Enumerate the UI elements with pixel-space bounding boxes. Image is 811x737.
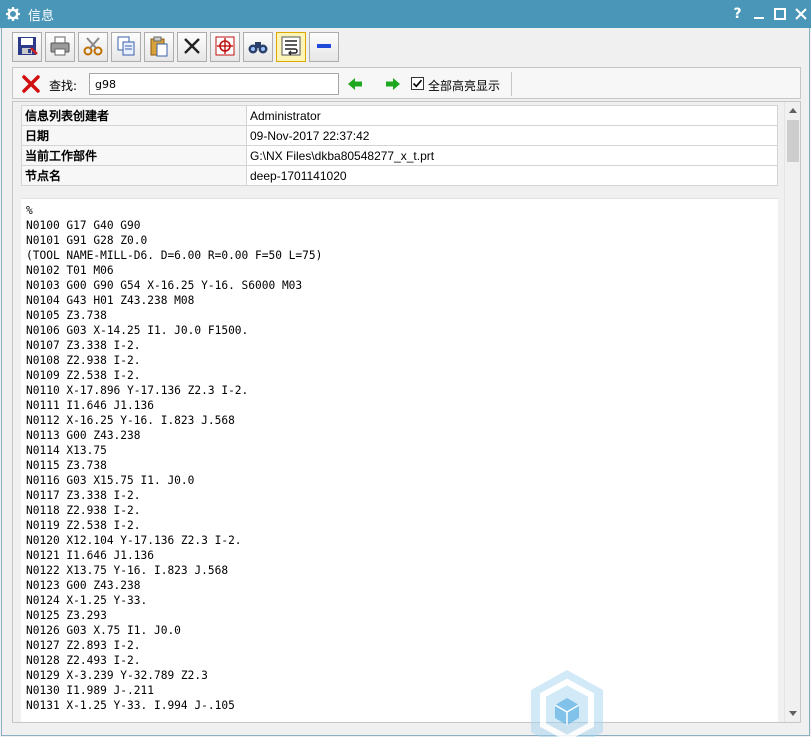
window-body: 查找: 全部高亮显示 信息列表创建者Administrator日期09-Nov-… <box>1 28 810 737</box>
info-content: 信息列表创建者 Administrator 日期 09-Nov-2017 22:37:… <box>12 101 801 723</box>
scroll-up-icon[interactable] <box>785 102 800 118</box>
code-line: % <box>26 204 33 217</box>
print-icon <box>49 35 71 60</box>
code-line: N0106 G03 X-14.25 I1. J0.0 F1500. <box>26 324 249 337</box>
target-icon <box>214 35 236 60</box>
code-line: N0121 I1.646 J1.136 <box>26 549 154 562</box>
minimize-button[interactable] <box>748 0 769 28</box>
meta-value: G:\NX Files\dkba80548277_x_t.prt <box>246 145 778 166</box>
watermark-logo-icon <box>529 668 605 737</box>
highlight-all-checkbox[interactable] <box>411 77 424 90</box>
paste-icon <box>148 35 170 60</box>
code-line: N0122 X13.75 Y-16. I.823 J.568 <box>26 564 229 577</box>
meta-row: 信息列表创建者 Administrator <box>21 105 778 126</box>
paste-button[interactable] <box>144 32 174 62</box>
scroll-down-icon[interactable] <box>785 706 800 722</box>
binoculars-icon <box>247 35 269 60</box>
meta-key: 信息列表创建者 <box>21 105 247 126</box>
code-line: N0112 X-16.25 Y-16. I.823 J.568 <box>26 414 235 427</box>
gear-icon[interactable] <box>6 7 20 21</box>
info-meta-table: 信息列表创建者 Administrator 日期 09-Nov-2017 22:37:… <box>21 105 778 186</box>
code-line: N0102 T01 M06 <box>26 264 114 277</box>
code-line: N0120 X12.104 Y-17.136 Z2.3 I-2. <box>26 534 242 547</box>
code-line: N0115 Z3.738 <box>26 459 107 472</box>
target-button[interactable] <box>210 32 240 62</box>
code-line: N0107 Z3.338 I-2. <box>26 339 141 352</box>
code-listing[interactable]: % N0100 G17 G40 G90 N0101 G91 G28 Z0.0 (TOO… <box>21 198 778 722</box>
code-line: N0101 G91 G28 Z0.0 <box>26 234 148 247</box>
cut-icon <box>82 35 104 60</box>
minimize-panel-button[interactable] <box>309 32 339 62</box>
meta-value: 09-Nov-2017 22:37:42 <box>246 125 778 146</box>
meta-row: 当前工作部件 G:\NX Files\dkba80548277_x_t.prt <box>21 145 778 166</box>
code-line: N0100 G17 G40 G90 <box>26 219 141 232</box>
close-button[interactable] <box>790 0 811 28</box>
code-line: N0110 X-17.896 Y-17.136 Z2.3 I-2. <box>26 384 249 397</box>
print-button[interactable] <box>45 32 75 62</box>
code-line: N0103 G00 G90 G54 X-16.25 Y-16. S6000 M0… <box>26 279 303 292</box>
code-line: N0129 X-3.239 Y-32.789 Z2.3 <box>26 669 208 682</box>
toolbar <box>12 32 342 64</box>
code-line: N0131 X-1.25 Y-33. I.994 J-.105 <box>26 699 235 712</box>
find-input[interactable] <box>89 73 339 95</box>
close-find-icon[interactable] <box>21 74 41 94</box>
code-line: N0116 G03 X15.75 I1. J0.0 <box>26 474 195 487</box>
delete-icon <box>181 35 203 60</box>
meta-key: 当前工作部件 <box>21 145 247 166</box>
code-line: N0118 Z2.938 I-2. <box>26 504 141 517</box>
maximize-button[interactable] <box>769 0 790 28</box>
save-button[interactable] <box>12 32 42 62</box>
binoculars-button[interactable] <box>243 32 273 62</box>
highlight-all-label[interactable]: 全部高亮显示 <box>428 77 500 94</box>
meta-key: 日期 <box>21 125 247 146</box>
code-line: N0104 G43 H01 Z43.238 M08 <box>26 294 195 307</box>
wrap-text-button[interactable] <box>276 32 306 62</box>
meta-row: 节点名 deep-1701141020 <box>21 165 778 186</box>
code-line: N0109 Z2.538 I-2. <box>26 369 141 382</box>
meta-key: 节点名 <box>21 165 247 186</box>
help-button[interactable]: ? <box>727 0 748 28</box>
code-line: N0114 X13.75 <box>26 444 107 457</box>
title-bar: 信息 ? <box>0 0 811 28</box>
code-line: N0123 G00 Z43.238 <box>26 579 141 592</box>
code-line: N0124 X-1.25 Y-33. <box>26 594 148 607</box>
code-line: N0127 Z2.893 I-2. <box>26 639 141 652</box>
meta-value: Administrator <box>246 105 778 126</box>
find-label: 查找: <box>49 79 78 93</box>
scroll-thumb[interactable] <box>787 120 799 162</box>
code-line: N0126 G03 X.75 I1. J0.0 <box>26 624 181 637</box>
find-previous-icon[interactable] <box>347 76 363 92</box>
meta-row: 日期 09-Nov-2017 22:37:42 <box>21 125 778 146</box>
vertical-scrollbar[interactable] <box>784 102 800 722</box>
copy-icon <box>115 35 137 60</box>
code-line: N0111 I1.646 J1.136 <box>26 399 154 412</box>
wrap-text-icon <box>280 35 302 60</box>
minimize-panel-icon <box>313 35 335 60</box>
code-line: N0130 I1.989 J-.211 <box>26 684 154 697</box>
find-bar-divider <box>511 72 512 96</box>
meta-value: deep-1701141020 <box>246 165 778 186</box>
code-line: N0108 Z2.938 I-2. <box>26 354 141 367</box>
copy-button[interactable] <box>111 32 141 62</box>
window-title: 信息 <box>28 8 55 24</box>
code-line: N0117 Z3.338 I-2. <box>26 489 141 502</box>
code-line: N0125 Z3.293 <box>26 609 107 622</box>
save-icon <box>16 35 38 60</box>
code-line: N0119 Z2.538 I-2. <box>26 519 141 532</box>
code-line: N0128 Z2.493 I-2. <box>26 654 141 667</box>
cut-button[interactable] <box>78 32 108 62</box>
code-line: N0113 G00 Z43.238 <box>26 429 141 442</box>
find-next-icon[interactable] <box>385 76 401 92</box>
find-bar: 查找: 全部高亮显示 <box>12 67 801 99</box>
code-line: (TOOL NAME-MILL-D6. D=6.00 R=0.00 F=50 L… <box>26 249 323 262</box>
code-line: N0105 Z3.738 <box>26 309 107 322</box>
delete-button[interactable] <box>177 32 207 62</box>
